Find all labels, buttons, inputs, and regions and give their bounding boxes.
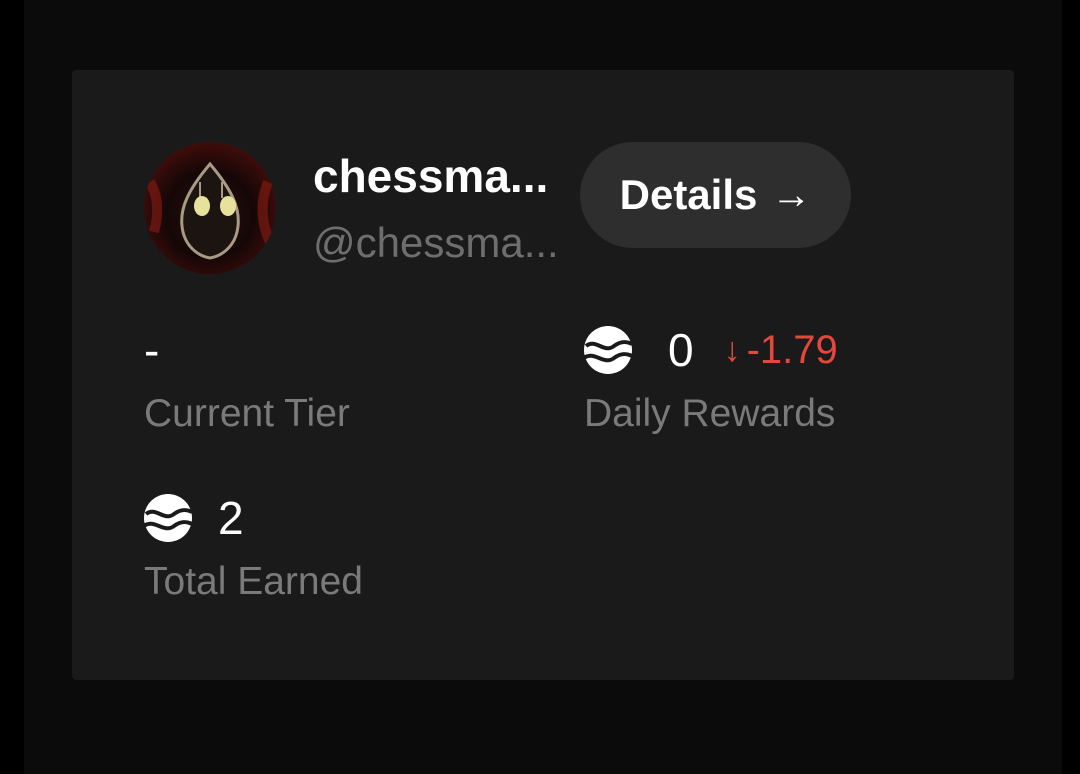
current-tier-stat: - Current Tier [144, 322, 350, 438]
total-earned-value: 2 [218, 492, 244, 544]
down-arrow-icon: ↓ [723, 331, 741, 369]
avatar-image [145, 161, 275, 260]
daily-rewards-label: Daily Rewards [584, 392, 836, 435]
daily-rewards-stat: 0 ↓ -1.79 Daily Rewards [584, 322, 838, 438]
daily-rewards-change-value: -1.79 [746, 328, 838, 372]
current-tier-label: Current Tier [144, 392, 350, 435]
total-earned-stat: 2 Total Earned [144, 490, 363, 606]
daily-rewards-change: ↓ -1.79 [724, 322, 838, 378]
user-handle: @chessma... [313, 219, 559, 266]
rewards-card: chessma... @chessma... Details → - Curre… [72, 70, 1014, 680]
display-name: chessma... [313, 150, 549, 202]
coin-icon [584, 326, 632, 374]
page: chessma... @chessma... Details → - Curre… [0, 0, 1080, 774]
total-earned-label: Total Earned [144, 560, 363, 603]
coin-icon [144, 494, 192, 542]
details-button-label: Details [619, 171, 758, 218]
arrow-right-icon: → [771, 173, 812, 217]
daily-rewards-value: 0 [668, 324, 694, 376]
current-tier-value: - [144, 324, 160, 376]
avatar[interactable] [144, 142, 276, 274]
details-button[interactable]: Details → [580, 142, 851, 248]
